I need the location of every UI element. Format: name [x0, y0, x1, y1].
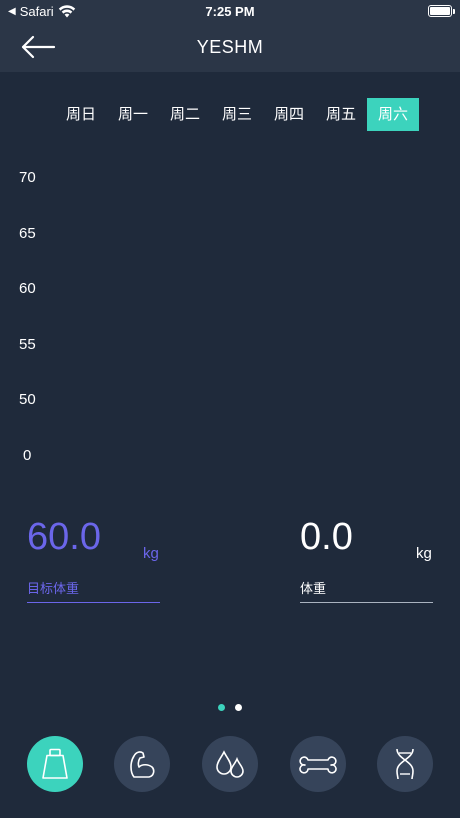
- tab-dna[interactable]: [377, 736, 433, 792]
- target-weight-value: 60.0: [27, 516, 101, 558]
- y-tick-label: 55: [19, 336, 36, 353]
- weight-value: 0.0: [300, 516, 353, 558]
- status-time: 7:25 PM: [205, 4, 255, 19]
- bone-icon: [299, 756, 337, 774]
- tab-saturday[interactable]: 周六: [367, 98, 419, 131]
- weight-field[interactable]: 0.0 kg 体重: [300, 516, 434, 606]
- target-weight-unit: kg: [143, 545, 159, 562]
- tab-water[interactable]: [202, 736, 258, 792]
- dna-icon: [396, 748, 414, 780]
- y-tick-label: 50: [19, 391, 36, 408]
- target-weight-field[interactable]: 60.0 kg 目标体重: [27, 516, 161, 606]
- y-tick-label: 70: [19, 169, 36, 186]
- muscle-icon: [130, 751, 155, 778]
- tab-bone[interactable]: [290, 736, 346, 792]
- target-weight-label: 目标体重: [27, 581, 80, 596]
- tab-sunday[interactable]: 周日: [55, 98, 107, 131]
- weight-underline: [300, 602, 433, 603]
- tab-wednesday[interactable]: 周三: [211, 98, 263, 131]
- tab-weight[interactable]: [27, 736, 83, 792]
- weight-unit: kg: [416, 545, 432, 562]
- tab-monday[interactable]: 周一: [107, 98, 159, 131]
- water-drops-icon: [216, 750, 244, 778]
- status-right: [428, 5, 455, 17]
- y-tick-label: 60: [19, 280, 36, 297]
- tab-friday[interactable]: 周五: [315, 98, 367, 131]
- battery-icon: [428, 5, 455, 17]
- weight-icon: [42, 748, 68, 779]
- bottom-tab-bar: [0, 736, 460, 792]
- weight-label: 体重: [300, 581, 327, 596]
- tab-tuesday[interactable]: 周二: [159, 98, 211, 131]
- tab-muscle[interactable]: [114, 736, 170, 792]
- y-tick-label: 0: [23, 447, 32, 464]
- status-bar: ◀ Safari 7:25 PM: [0, 0, 460, 24]
- tab-thursday[interactable]: 周四: [263, 98, 315, 131]
- target-weight-underline: [27, 602, 160, 603]
- y-tick-label: 65: [19, 225, 36, 242]
- page-dot-active[interactable]: [218, 704, 225, 711]
- page-indicator: [0, 704, 460, 711]
- day-tabs: 周日 周一 周二 周三 周四 周五 周六: [55, 98, 419, 131]
- nav-bar: YESHM: [0, 24, 460, 72]
- page-dot[interactable]: [235, 704, 242, 711]
- page-title: YESHM: [196, 37, 264, 57]
